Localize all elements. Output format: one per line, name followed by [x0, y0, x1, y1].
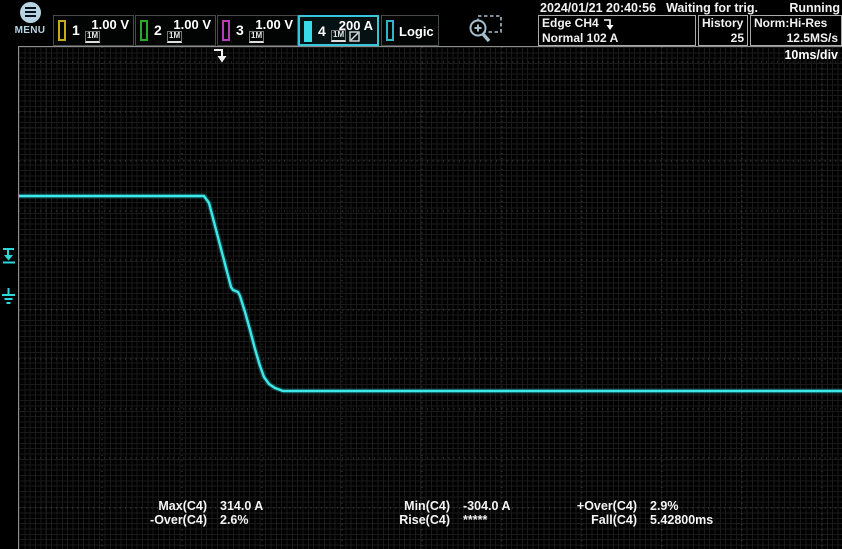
falling-edge-icon [603, 17, 615, 30]
measurement-row: Fall(C4) 5.42800ms [540, 513, 713, 527]
impedance-1m-icon: 1M [167, 31, 182, 43]
trigger-level-marker[interactable] [3, 249, 15, 263]
channel-1-box[interactable]: 1 1.00 V 1M [53, 15, 134, 46]
channel-4-color-bar [304, 21, 312, 42]
measurement-row: -Over(C4) 2.6% [110, 513, 263, 527]
left-marker-gutter [0, 246, 18, 308]
logic-label: Logic [399, 24, 434, 39]
channel-1-color-bar [58, 20, 66, 41]
history-label: History [702, 16, 744, 31]
channel-3-number: 3 [236, 22, 244, 38]
trigger-mode: Edge CH4 [542, 16, 599, 31]
impedance-1m-icon: 1M [249, 31, 264, 43]
measurement-row: Max(C4) 314.0 A [110, 499, 263, 513]
channel-1-number: 1 [72, 22, 80, 38]
datetime: 2024/01/21 20:40:56 [540, 1, 656, 14]
measurement-column-3: +Over(C4) 2.9% Fall(C4) 5.42800ms [540, 499, 713, 527]
magnifier-icon [466, 13, 504, 45]
timebase-readout: 10ms/div [784, 48, 838, 62]
trigger-status: Waiting for trig. [666, 1, 758, 14]
history-count: 25 [702, 31, 744, 46]
measurement-column-1: Max(C4) 314.0 A -Over(C4) 2.6% [110, 499, 263, 527]
status-row: 2024/01/21 20:40:56 Waiting for trig. Ru… [540, 1, 840, 14]
history-box[interactable]: History 25 [698, 15, 748, 46]
zoom-search-button[interactable] [466, 13, 504, 45]
channel-3-scale: 1.00 V [255, 17, 293, 32]
measurement-row: Rise(C4) ***** [353, 513, 510, 527]
waveform-display-area[interactable] [19, 47, 842, 549]
menu-icon [20, 2, 41, 23]
channel-2-scale: 1.00 V [173, 17, 211, 32]
menu-button-label: MENU [10, 25, 50, 36]
trigger-level: Normal 102 A [542, 31, 692, 46]
channel-4-box[interactable]: 4 200 A 1M [298, 15, 379, 46]
measurement-column-2: Min(C4) -304.0 A Rise(C4) ***** [353, 499, 510, 527]
channel-1-scale: 1.00 V [91, 17, 129, 32]
channel-3-box[interactable]: 3 1.00 V 1M [217, 15, 298, 46]
acquisition-mode: Norm:Hi-Res [754, 16, 838, 31]
waveform-svg [19, 47, 842, 549]
menu-button[interactable]: MENU [10, 2, 50, 44]
channel-2-color-bar [140, 20, 148, 41]
current-probe-icon [349, 31, 360, 42]
acquisition-box[interactable]: Norm:Hi-Res 12.5MS/s [750, 15, 842, 46]
channel-2-box[interactable]: 2 1.00 V 1M [135, 15, 216, 46]
run-status: Running [789, 1, 840, 14]
ground-level-marker[interactable] [2, 288, 15, 303]
trigger-position-marker[interactable] [212, 47, 230, 64]
measurement-row: +Over(C4) 2.9% [540, 499, 713, 513]
logic-box[interactable]: Logic [381, 15, 439, 46]
channel-3-color-bar [222, 20, 230, 41]
logic-color-bar [386, 20, 394, 41]
measurement-row: Min(C4) -304.0 A [353, 499, 510, 513]
sample-rate: 12.5MS/s [754, 31, 838, 46]
channel-4-number: 4 [318, 23, 326, 39]
channel-2-number: 2 [154, 22, 162, 38]
trigger-settings-box[interactable]: Edge CH4 Normal 102 A [538, 15, 696, 46]
impedance-1m-icon: 1M [85, 31, 100, 43]
impedance-1m-icon: 1M [331, 30, 346, 42]
oscilloscope-screen: MENU 1 1.00 V 1M 2 1.00 V 1M 3 1.00 V 1M… [0, 0, 842, 549]
